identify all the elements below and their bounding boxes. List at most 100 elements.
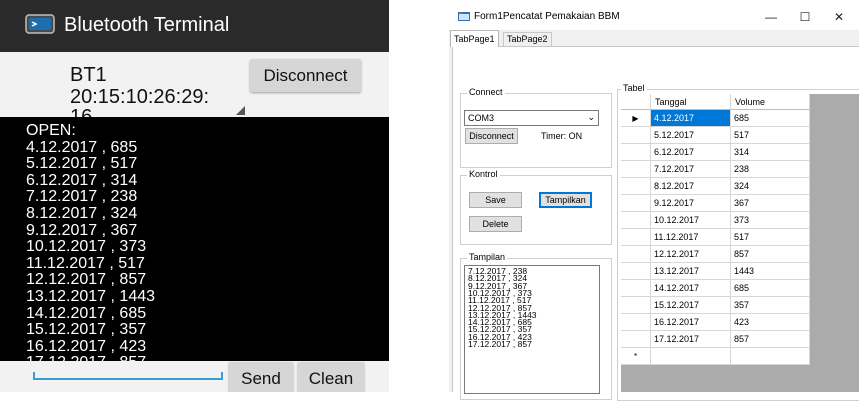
message-input[interactable] <box>33 378 223 380</box>
row-header[interactable] <box>621 178 651 195</box>
terminal-line: 5.12.2017 , 517 <box>26 155 138 173</box>
cell-tanggal[interactable]: 16.12.2017 <box>651 314 731 331</box>
cell-volume[interactable]: 238 <box>731 161 810 178</box>
cell-volume[interactable]: 373 <box>731 212 810 229</box>
connect-group-label: Connect <box>467 87 505 97</box>
row-header[interactable]: ▶ <box>621 110 651 127</box>
cell-volume[interactable]: 324 <box>731 178 810 195</box>
row-header[interactable] <box>621 195 651 212</box>
row-header[interactable] <box>621 161 651 178</box>
window-title-bar: Form1Pencatat Pemakaian BBM — ☐ ✕ <box>449 0 859 30</box>
tampilkan-button[interactable]: Tampilkan <box>539 192 592 208</box>
cell-tanggal[interactable]: 9.12.2017 <box>651 195 731 212</box>
timer-status: Timer: ON <box>541 131 583 141</box>
row-header[interactable] <box>621 297 651 314</box>
grid-corner-header <box>621 94 651 110</box>
cell-volume[interactable]: 517 <box>731 229 810 246</box>
clean-button[interactable]: Clean <box>298 362 364 392</box>
terminal-line: 16.12.2017 , 423 <box>26 337 147 355</box>
chevron-down-icon: ⌄ <box>587 112 595 122</box>
tab-tabpage2[interactable]: TabPage2 <box>503 32 552 46</box>
disconnect-button[interactable]: Disconnect <box>250 59 361 92</box>
column-header-volume[interactable]: Volume <box>731 94 810 110</box>
terminal-line-partial: 17.12.2017 , 857 <box>26 355 146 361</box>
terminal-line: 7.12.2017 , 238 <box>26 188 138 206</box>
tab-strip: TabPage1 TabPage2 <box>449 30 859 47</box>
send-button[interactable]: Send <box>229 362 293 392</box>
cell-tanggal[interactable]: 14.12.2017 <box>651 280 731 297</box>
row-header[interactable] <box>621 144 651 161</box>
cell-tanggal[interactable]: 7.12.2017 <box>651 161 731 178</box>
row-header[interactable] <box>621 127 651 144</box>
cell-tanggal[interactable]: 4.12.2017 <box>651 110 731 127</box>
cell-tanggal[interactable]: 10.12.2017 <box>651 212 731 229</box>
tabel-group-label: Tabel <box>621 83 647 93</box>
resize-handle[interactable] <box>236 106 245 115</box>
cell-tanggal[interactable]: 17.12.2017 <box>651 331 731 348</box>
cell-tanggal[interactable]: 11.12.2017 <box>651 229 731 246</box>
save-button[interactable]: Save <box>469 192 522 208</box>
cell-tanggal[interactable] <box>651 348 731 365</box>
device-name: BT1 <box>70 64 107 86</box>
bluetooth-terminal-app: Bluetooth Terminal BT1 20:15:10:26:29: 1… <box>0 0 389 392</box>
terminal-output[interactable]: OPEN: 4.12.2017 , 685 5.12.2017 , 517 6.12.… <box>0 117 389 361</box>
tampilan-group-label: Tampilan <box>467 252 508 262</box>
cell-volume[interactable]: 857 <box>731 246 810 263</box>
cell-volume[interactable]: 685 <box>731 110 810 127</box>
terminal-line: 11.12.2017 , 517 <box>26 254 145 272</box>
cell-volume[interactable]: 314 <box>731 144 810 161</box>
cell-tanggal[interactable]: 8.12.2017 <box>651 178 731 195</box>
close-button[interactable]: ✕ <box>824 6 854 28</box>
cell-tanggal[interactable]: 5.12.2017 <box>651 127 731 144</box>
row-header[interactable] <box>621 280 651 297</box>
minimize-button[interactable]: — <box>756 6 786 28</box>
terminal-line: 13.12.2017 , 1443 <box>26 288 156 305</box>
cell-tanggal[interactable]: 15.12.2017 <box>651 297 731 314</box>
terminal-line: 15.12.2017 , 357 <box>26 321 147 339</box>
terminal-line: OPEN: <box>26 122 76 139</box>
cell-tanggal[interactable]: 13.12.2017 <box>651 263 731 280</box>
cell-volume[interactable]: 685 <box>731 280 810 297</box>
form-icon <box>458 12 470 21</box>
app-title-bar: Bluetooth Terminal <box>0 0 389 52</box>
cell-volume[interactable] <box>731 348 810 365</box>
terminal-line: 9.12.2017 , 367 <box>26 221 138 239</box>
terminal-line: 8.12.2017 , 324 <box>26 205 138 222</box>
row-header[interactable] <box>621 331 651 348</box>
terminal-line: 6.12.2017 , 314 <box>26 171 138 189</box>
new-row-header[interactable]: * <box>621 348 651 365</box>
cell-volume[interactable]: 367 <box>731 195 810 212</box>
kontrol-group-label: Kontrol <box>467 169 500 179</box>
cell-tanggal[interactable]: 12.12.2017 <box>651 246 731 263</box>
cell-volume[interactable]: 357 <box>731 297 810 314</box>
app-title: Bluetooth Terminal <box>64 14 230 36</box>
terminal-line: 4.12.2017 , 685 <box>26 138 138 156</box>
cell-tanggal[interactable]: 6.12.2017 <box>651 144 731 161</box>
cell-volume[interactable]: 423 <box>731 314 810 331</box>
row-header[interactable] <box>621 246 651 263</box>
row-header[interactable] <box>621 212 651 229</box>
row-header[interactable] <box>621 314 651 331</box>
bluetooth-terminal-icon <box>25 14 55 34</box>
data-grid[interactable]: Tanggal Volume ▶ 4.12.2017 685 5.12.2017 517 6.… <box>621 94 859 392</box>
com-port-value: COM3 <box>468 113 495 123</box>
cell-volume[interactable]: 857 <box>731 331 810 348</box>
terminal-line: 14.12.2017 , 685 <box>26 304 147 322</box>
form-disconnect-button[interactable]: Disconnect <box>465 128 518 144</box>
tab-tabpage1[interactable]: TabPage1 <box>450 30 499 47</box>
kontrol-group: Kontrol <box>460 169 612 245</box>
device-timestamp: 20:15:10:26:29: <box>70 86 210 108</box>
cell-volume[interactable]: 1443 <box>731 263 810 280</box>
terminal-line: 12.12.2017 , 857 <box>26 271 147 289</box>
row-header[interactable] <box>621 263 651 280</box>
cell-volume[interactable]: 517 <box>731 127 810 144</box>
tampilan-line: 17.12.2017 , 857 <box>468 339 532 349</box>
maximize-button[interactable]: ☐ <box>790 6 820 28</box>
com-port-select[interactable]: COM3 ⌄ <box>464 110 599 126</box>
window-title: Form1Pencatat Pemakaian BBM <box>474 11 620 22</box>
tampilan-textbox[interactable]: 7.12.2017 , 238 8.12.2017 , 324 9.12.2017 … <box>464 265 600 394</box>
column-header-tanggal[interactable]: Tanggal <box>651 94 731 110</box>
row-header[interactable] <box>621 229 651 246</box>
delete-button[interactable]: Delete <box>469 216 522 232</box>
terminal-line: 10.12.2017 , 373 <box>26 238 147 256</box>
